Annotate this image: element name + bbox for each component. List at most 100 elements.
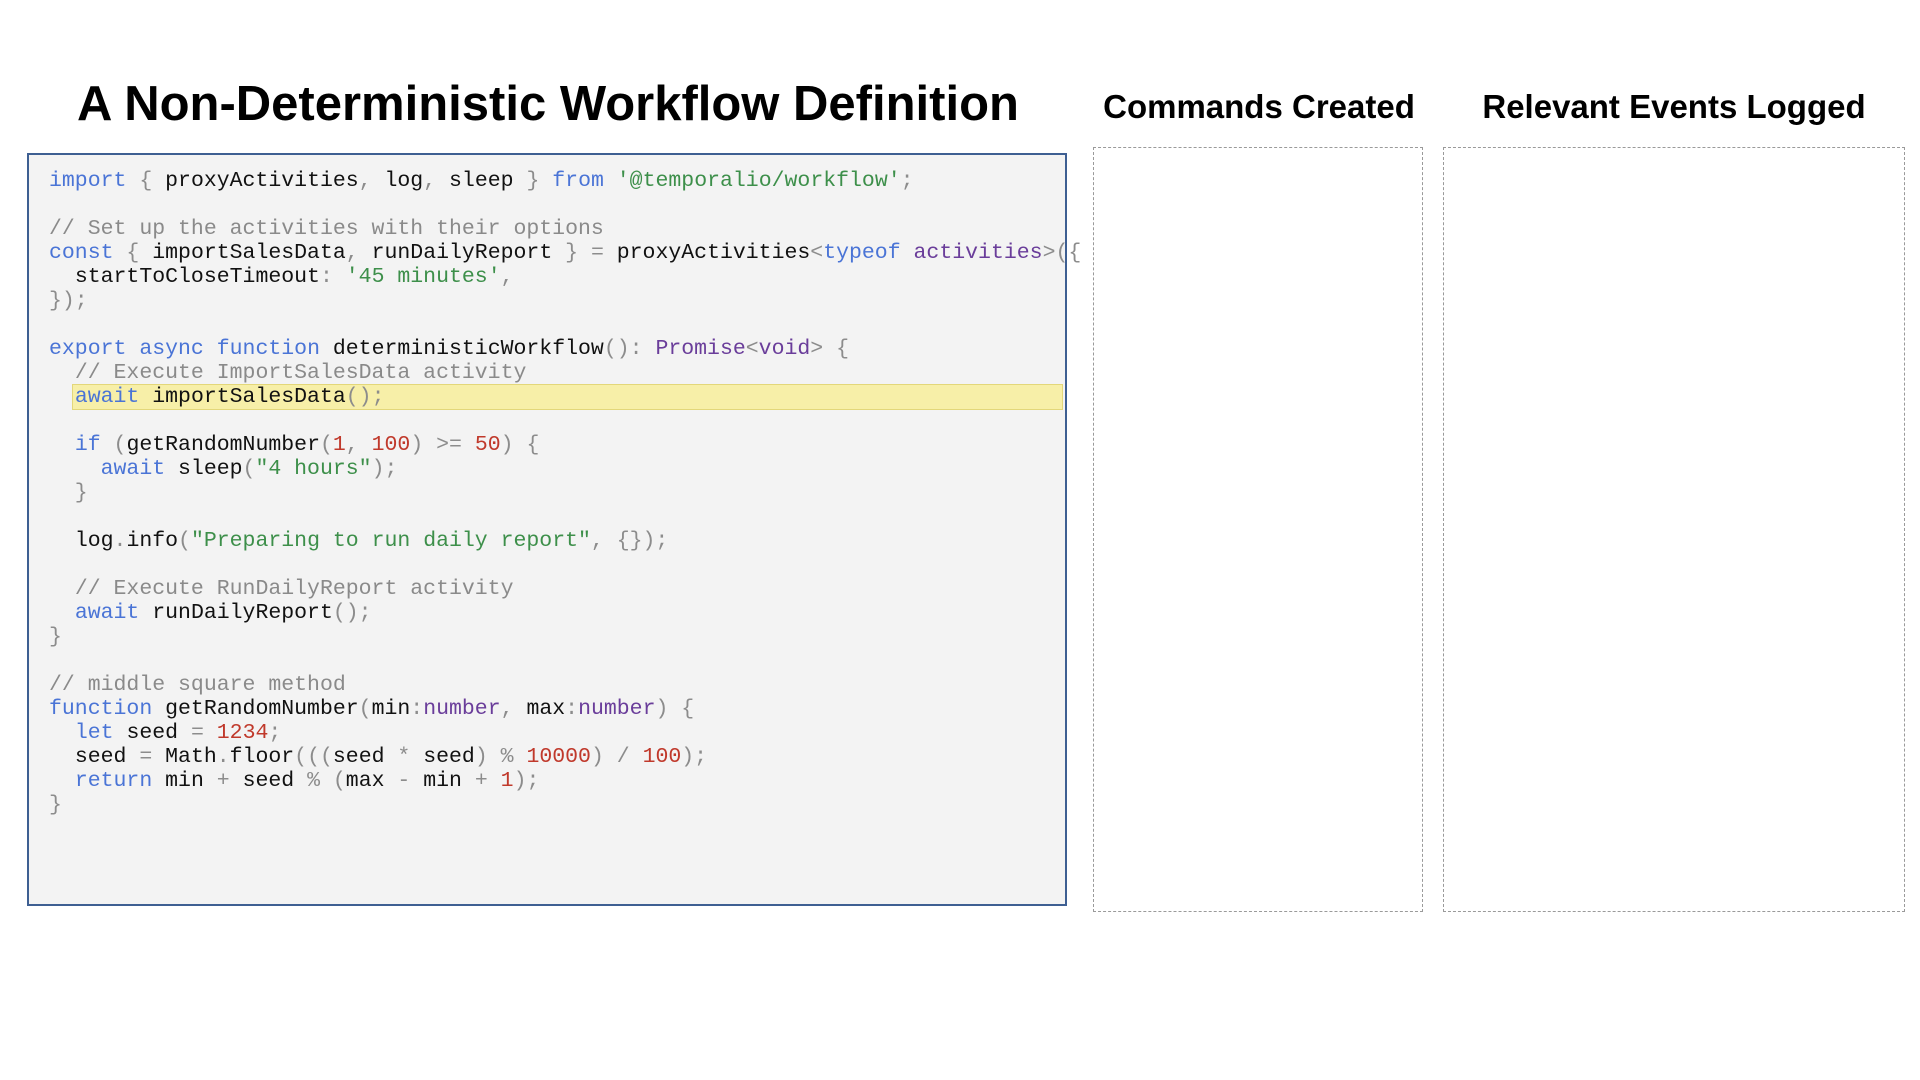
slide-title: A Non-Deterministic Workflow Definition — [77, 77, 1019, 131]
code-token: } — [49, 481, 88, 505]
code-token: function — [49, 697, 153, 721]
code-token: , — [500, 697, 527, 721]
code-token: startToCloseTimeout — [74, 265, 320, 289]
code-token: Math — [165, 745, 217, 769]
code-line: log.info("Preparing to run daily report"… — [29, 529, 1065, 553]
code-token: 10000 — [526, 745, 591, 769]
code-token: seed — [74, 745, 127, 769]
code-token: runDailyReport — [152, 601, 333, 625]
code-token: getRandomNumber — [165, 697, 359, 721]
code-line: seed = Math.floor(((seed * seed) % 10000… — [29, 745, 1065, 769]
code-token: >({ — [1042, 241, 1082, 265]
code-token: // Execute ImportSalesData activity — [74, 361, 527, 385]
code-token: proxyActivities — [165, 169, 359, 193]
code-line: // Set up the activities with their opti… — [29, 217, 1065, 241]
code-token: * — [384, 745, 424, 769]
code-token: } — [49, 793, 62, 817]
code-token: ) { — [500, 433, 540, 457]
workflow-code-panel: import { proxyActivities, log, sleep } f… — [27, 153, 1081, 906]
code-token: floor — [229, 745, 295, 769]
code-token: ) >= — [410, 433, 475, 457]
code-token: '@temporalio/workflow' — [616, 169, 901, 193]
code-token: log — [74, 529, 114, 553]
code-line: } — [29, 481, 1065, 505]
code-line: } — [29, 793, 1065, 817]
code-token: "Preparing to run daily report" — [190, 529, 591, 553]
code-token: runDailyReport — [371, 241, 553, 265]
code-token: typeof — [823, 241, 901, 265]
code-line: }); — [29, 289, 1065, 313]
code-token: ); — [513, 769, 540, 793]
code-token: // middle square method — [49, 673, 346, 697]
code-token: seed — [423, 745, 475, 769]
code-token: : — [410, 697, 424, 721]
code-token: const — [49, 241, 114, 265]
code-token: , — [500, 265, 514, 289]
code-line: import { proxyActivities, log, sleep } f… — [29, 169, 1065, 193]
code-token: 100 — [371, 433, 411, 457]
code-token: , — [345, 433, 372, 457]
code-line: // middle square method — [29, 673, 1065, 697]
code-token: : — [319, 265, 346, 289]
code-token: activities — [913, 241, 1043, 265]
commands-created-heading: Commands Created — [1103, 88, 1415, 125]
code-token: (): — [603, 337, 656, 361]
code-token: log — [384, 169, 424, 193]
code-token: - — [384, 769, 424, 793]
code-token: seed — [332, 745, 385, 769]
code-token: return — [74, 769, 153, 793]
code-token: void — [758, 337, 811, 361]
code-token: + — [461, 769, 501, 793]
relevant-events-heading: Relevant Events Logged — [1482, 88, 1866, 125]
code-token: ((( — [294, 745, 333, 769]
code-token: if — [74, 433, 101, 457]
code-line: return min + seed % (max - min + 1); — [29, 769, 1065, 793]
code-token: function — [216, 337, 320, 361]
code-token: await — [74, 601, 140, 625]
relevant-events-panel — [1443, 147, 1905, 912]
code-token: proxyActivities — [616, 241, 811, 265]
code-token: , — [423, 169, 450, 193]
code-token: , — [345, 241, 372, 265]
code-line: // Execute RunDailyReport activity — [29, 577, 1065, 601]
code-token: = — [178, 721, 217, 745]
code-token: sleep — [449, 169, 514, 193]
code-token: '45 minutes' — [345, 265, 501, 289]
code-token: // Set up the activities with their opti… — [49, 217, 604, 241]
code-token: import — [49, 169, 127, 193]
code-line: await runDailyReport(); — [29, 601, 1065, 625]
code-token: , — [358, 169, 385, 193]
code-token: ( — [358, 697, 372, 721]
code-token: seed — [242, 769, 295, 793]
code-token: = — [126, 745, 166, 769]
code-token: info — [126, 529, 179, 553]
code-token: ( — [242, 457, 256, 481]
code-token: seed — [126, 721, 179, 745]
code-token: ( — [100, 433, 127, 457]
code-line: if (getRandomNumber(1, 100) >= 50) { — [29, 433, 1065, 457]
code-token: max — [345, 769, 385, 793]
commands-created-panel — [1093, 147, 1423, 912]
code-token: , {}); — [590, 529, 669, 553]
code-token: max — [526, 697, 566, 721]
code-token: 1 — [500, 769, 514, 793]
code-token: number — [578, 697, 656, 721]
code-token: } — [513, 169, 553, 193]
code-token: 1234 — [216, 721, 269, 745]
